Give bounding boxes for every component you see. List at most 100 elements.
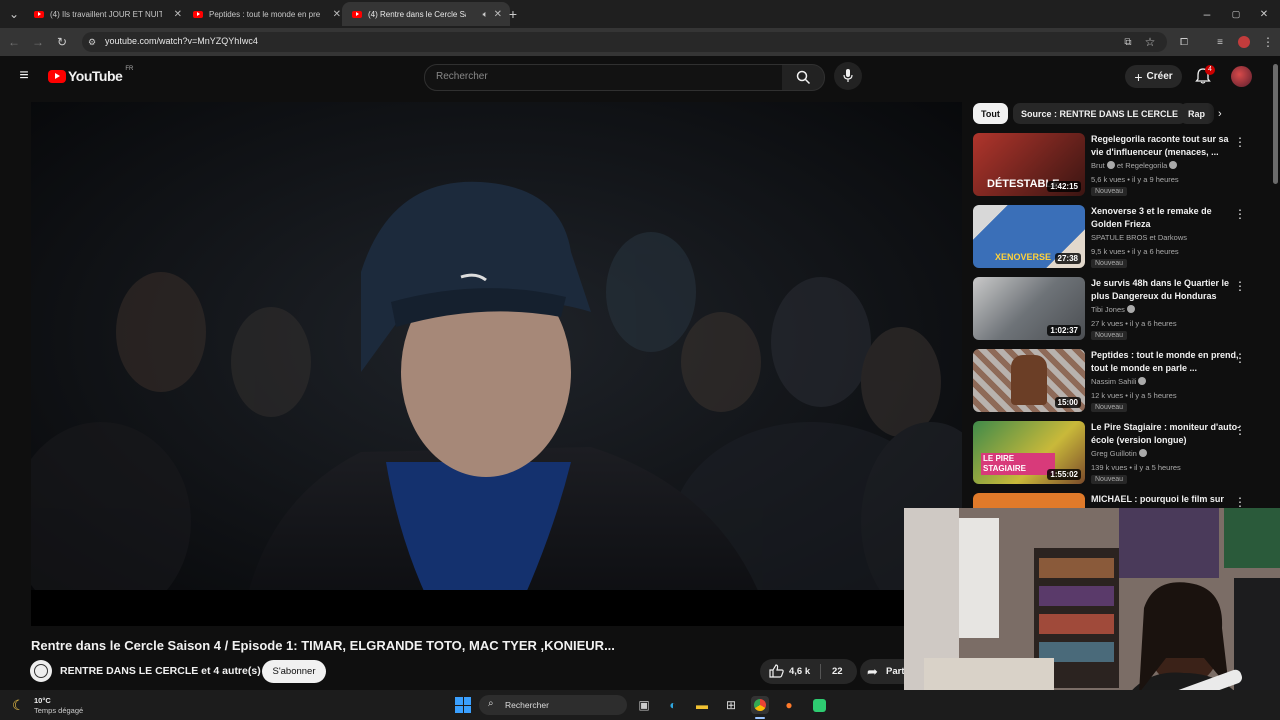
- thumbnail-person: [1011, 355, 1047, 405]
- duration-badge: 1:42:15: [1047, 181, 1081, 192]
- verified-icon: [1169, 161, 1178, 169]
- recommendation-item[interactable]: 1:02:37 Je survis 48h dans le Quartier l…: [973, 277, 1263, 343]
- taskbar-search-label: Rechercher: [505, 700, 549, 710]
- upload-age: il y a 9 heures: [1131, 175, 1179, 184]
- page-scrollbar[interactable]: [1273, 64, 1278, 184]
- window-close-icon[interactable]: ✕: [1256, 6, 1272, 22]
- video-title[interactable]: Je survis 48h dans le Quartier le plus D…: [1091, 277, 1241, 303]
- hamburger-menu-icon[interactable]: ≡: [16, 67, 32, 84]
- chrome-menu-icon[interactable]: ⋮: [1260, 34, 1276, 50]
- channel-name-1[interactable]: Nassim Sahili: [1091, 377, 1136, 386]
- reload-icon[interactable]: ↻: [54, 34, 70, 50]
- minimize-icon[interactable]: –: [1199, 6, 1215, 22]
- video-thumbnail[interactable]: DÉTESTABLE 1:42:15: [973, 133, 1085, 196]
- search-placeholder: Rechercher: [436, 71, 488, 82]
- like-button[interactable]: [769, 664, 784, 683]
- create-button[interactable]: + Créer: [1125, 65, 1182, 88]
- app-green-icon[interactable]: [810, 696, 828, 714]
- more-options-icon[interactable]: ⋮: [1234, 279, 1246, 293]
- channel-name[interactable]: RENTRE DANS LE CERCLE et 4 autre(s): [60, 665, 261, 677]
- url-text[interactable]: youtube.com/watch?v=MnYZQYhIwc4: [105, 36, 258, 46]
- video-thumbnail[interactable]: 1:02:37: [973, 277, 1085, 340]
- forward-arrow-icon[interactable]: →: [30, 34, 46, 50]
- install-app-icon[interactable]: ⧉: [1120, 34, 1136, 50]
- maximize-icon[interactable]: ▢: [1228, 6, 1244, 22]
- profile-avatar-icon[interactable]: [1236, 34, 1252, 50]
- recommendation-item[interactable]: DÉTESTABLE 1:42:15 Regelegorila raconte …: [973, 133, 1263, 199]
- video-title[interactable]: Xenoverse 3 et le remake de Golden Friez…: [1091, 205, 1241, 231]
- video-title[interactable]: Le Pire Stagiaire : moniteur d'auto-écol…: [1091, 421, 1241, 447]
- browser-tab-2[interactable]: Peptides : tout le monde en pre ✕: [183, 2, 349, 26]
- comment-count[interactable]: 22: [832, 666, 843, 677]
- weather-moon-icon[interactable]: ☾: [12, 697, 25, 714]
- channel-avatar[interactable]: [30, 660, 52, 682]
- video-thumbnail[interactable]: 15:00: [973, 349, 1085, 412]
- taskbar-search-box[interactable]: ⌕ Rechercher: [479, 695, 627, 715]
- close-icon[interactable]: ✕: [494, 9, 502, 20]
- chip-all[interactable]: Tout: [973, 103, 1008, 124]
- chip-source[interactable]: Source : RENTRE DANS LE CERCLE: [1013, 103, 1187, 124]
- extensions-icon[interactable]: ⧠: [1176, 34, 1192, 50]
- account-avatar[interactable]: [1231, 66, 1252, 87]
- new-badge: Nouveau: [1091, 259, 1128, 268]
- recommendation-item[interactable]: 15:00 Peptides : tout le monde en prend,…: [973, 349, 1263, 415]
- chevron-right-icon[interactable]: ›: [1218, 108, 1222, 120]
- more-options-icon[interactable]: ⋮: [1234, 351, 1246, 365]
- video-title[interactable]: MICHAEL : pourquoi le film sur: [1091, 493, 1241, 506]
- upload-age: il y a 5 heures: [1134, 463, 1181, 472]
- recommendation-item[interactable]: LE PIRE STAGIAIRE 1:55:02 Le Pire Stagia…: [973, 421, 1263, 487]
- close-icon[interactable]: ✕: [174, 9, 182, 20]
- channel-name-2[interactable]: et Regelegorila: [1117, 161, 1167, 170]
- firefox-icon[interactable]: ●: [780, 696, 798, 714]
- browser-tab-1[interactable]: (4) Ils travaillent JOUR ET NUIT ✕: [24, 2, 190, 26]
- channel-name[interactable]: Tibi Jones: [1091, 305, 1135, 314]
- channel-name-1[interactable]: Tibi Jones: [1091, 305, 1125, 314]
- edge-browser-icon[interactable]: ◐: [664, 696, 682, 714]
- close-icon[interactable]: ✕: [333, 9, 341, 20]
- microphone-icon: [843, 69, 853, 82]
- channel-name-1[interactable]: Greg Guillotin: [1091, 449, 1137, 458]
- more-options-icon[interactable]: ⋮: [1234, 135, 1246, 149]
- video-title[interactable]: Regelegorila raconte tout sur sa vie d'i…: [1091, 133, 1241, 159]
- new-badge: Nouveau: [1091, 331, 1128, 340]
- video-title[interactable]: Peptides : tout le monde en prend, tout …: [1091, 349, 1241, 375]
- tab-search-chevron-icon[interactable]: ⌄: [6, 6, 22, 22]
- channel-name-1[interactable]: Brut: [1091, 161, 1105, 170]
- youtube-logo[interactable]: YouTube FR: [48, 66, 133, 84]
- channel-name[interactable]: SPATULE BROS et Darkows: [1091, 233, 1187, 242]
- video-player[interactable]: [31, 102, 962, 626]
- tab-title: Peptides : tout le monde en pre: [209, 9, 321, 19]
- notifications-button[interactable]: 4: [1195, 65, 1215, 86]
- browser-tab-3[interactable]: (4) Rentre dans le Cercle Sa 🔈︎ ✕: [342, 2, 510, 26]
- more-options-icon[interactable]: ⋮: [1234, 423, 1246, 437]
- weather-description[interactable]: Temps dégagé: [34, 706, 83, 715]
- channel-name[interactable]: Greg Guillotin: [1091, 449, 1147, 458]
- search-button[interactable]: [782, 64, 825, 91]
- task-view-icon[interactable]: ▣: [635, 696, 653, 714]
- subscribe-button[interactable]: S'abonner: [262, 660, 326, 683]
- chrome-icon[interactable]: [751, 696, 769, 714]
- weather-temp[interactable]: 10°C: [34, 696, 51, 705]
- video-meta: 12 k vues • il y a 5 heures: [1091, 391, 1177, 400]
- reading-list-icon[interactable]: ≡: [1212, 34, 1228, 50]
- video-thumbnail[interactable]: LE PIRE STAGIAIRE 1:55:02: [973, 421, 1085, 484]
- share-label: Part: [886, 666, 905, 677]
- back-arrow-icon[interactable]: ←: [6, 34, 22, 50]
- windows-start-icon[interactable]: [455, 697, 471, 713]
- bookmark-star-icon[interactable]: ☆: [1142, 34, 1158, 50]
- channel-name[interactable]: Nassim Sahili: [1091, 377, 1147, 386]
- search-input[interactable]: Rechercher: [424, 64, 784, 91]
- plus-icon: +: [1134, 68, 1143, 85]
- file-explorer-icon[interactable]: ▬: [693, 696, 711, 714]
- speaker-icon[interactable]: 🔈︎: [483, 9, 488, 20]
- voice-search-button[interactable]: [834, 62, 862, 90]
- recommendation-item[interactable]: XENOVERSE 27:38 Xenoverse 3 et le remake…: [973, 205, 1263, 271]
- channel-name[interactable]: Brut et Regelegorila: [1091, 161, 1178, 170]
- new-tab-plus-icon[interactable]: +: [505, 6, 521, 22]
- new-badge: Nouveau: [1091, 403, 1128, 412]
- site-info-icon[interactable]: ⚙: [84, 34, 100, 50]
- more-options-icon[interactable]: ⋮: [1234, 207, 1246, 221]
- more-options-icon[interactable]: ⋮: [1234, 495, 1246, 509]
- video-thumbnail[interactable]: XENOVERSE 27:38: [973, 205, 1085, 268]
- store-icon[interactable]: ⊞: [722, 696, 740, 714]
